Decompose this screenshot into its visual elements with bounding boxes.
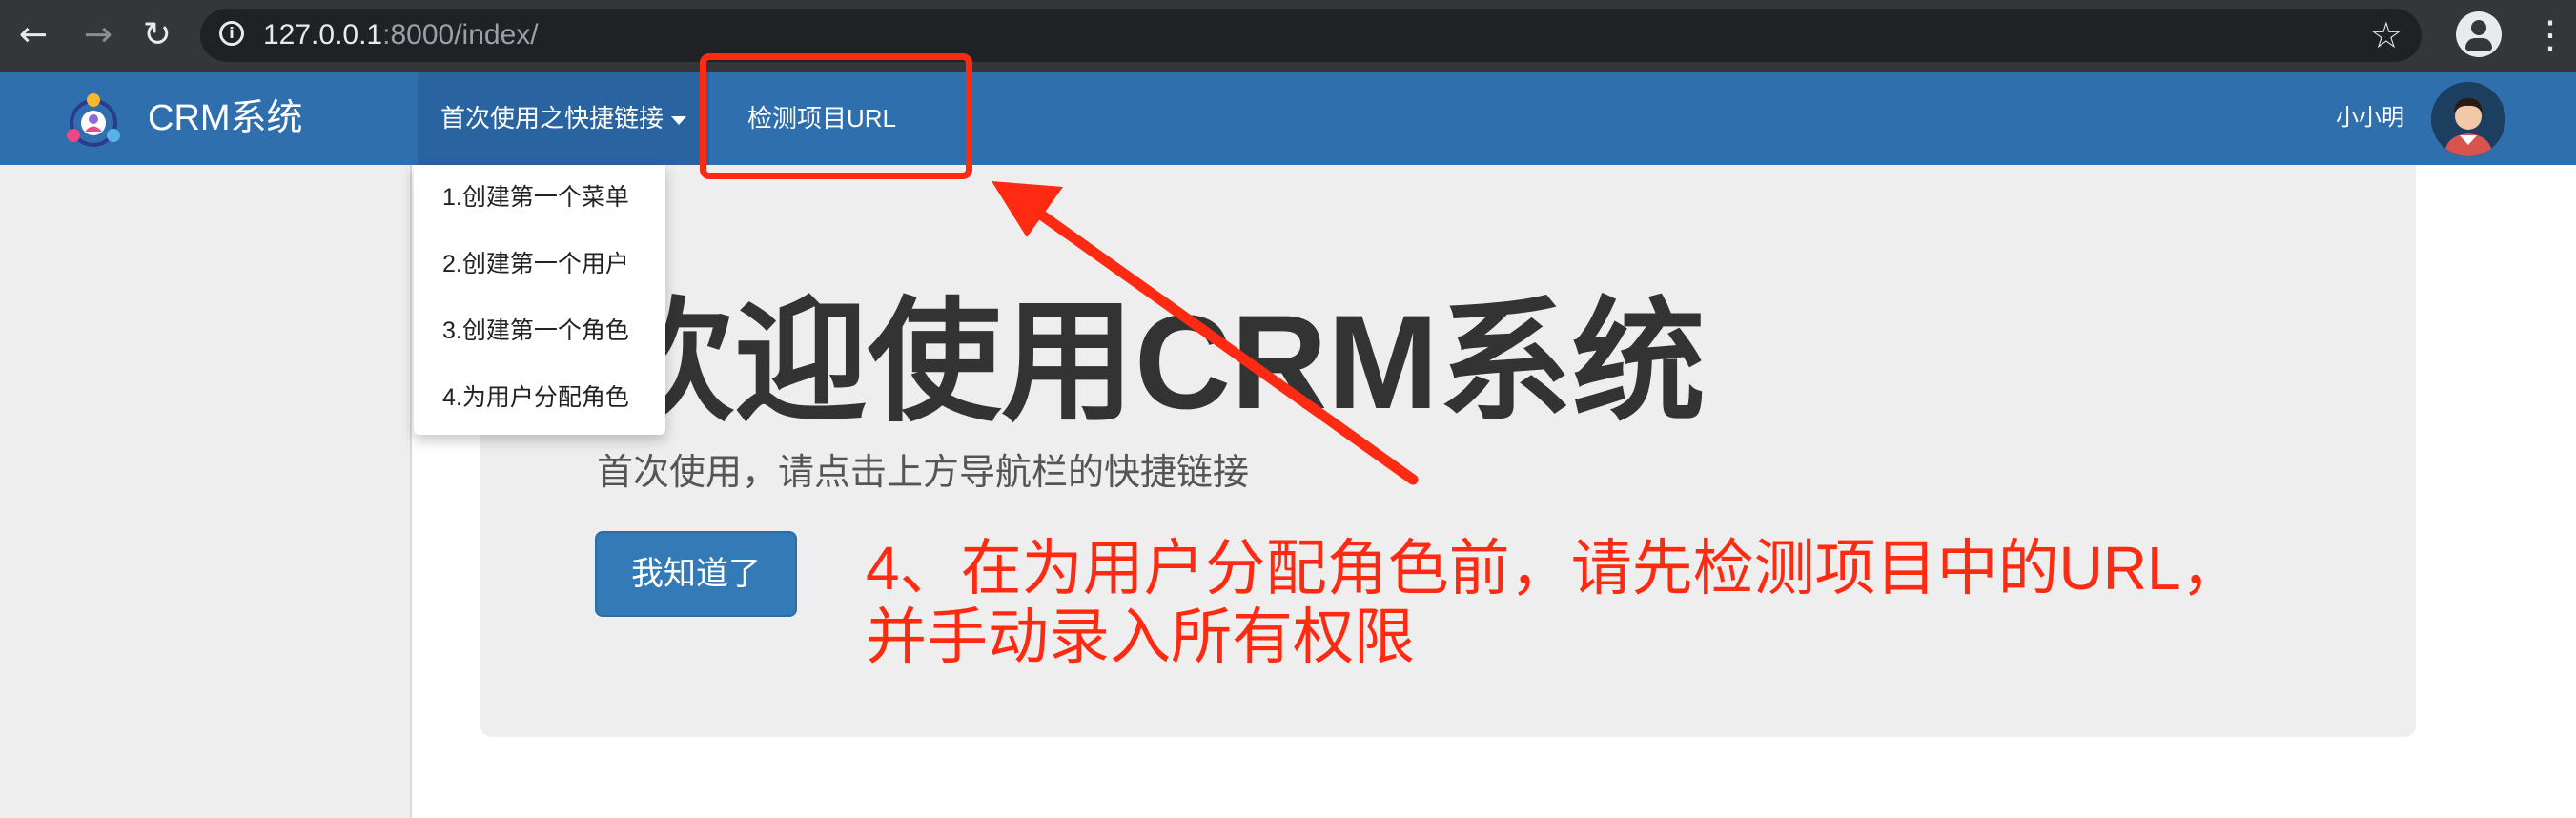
annotation-note-line2: 并手动录入所有权限 xyxy=(866,603,1415,671)
annotation-note-line1: 4、在为用户分配角色前，请先检测项目中的URL， xyxy=(866,534,2242,603)
highlight-box xyxy=(700,53,972,179)
annotation-arrow-icon xyxy=(992,181,1419,485)
